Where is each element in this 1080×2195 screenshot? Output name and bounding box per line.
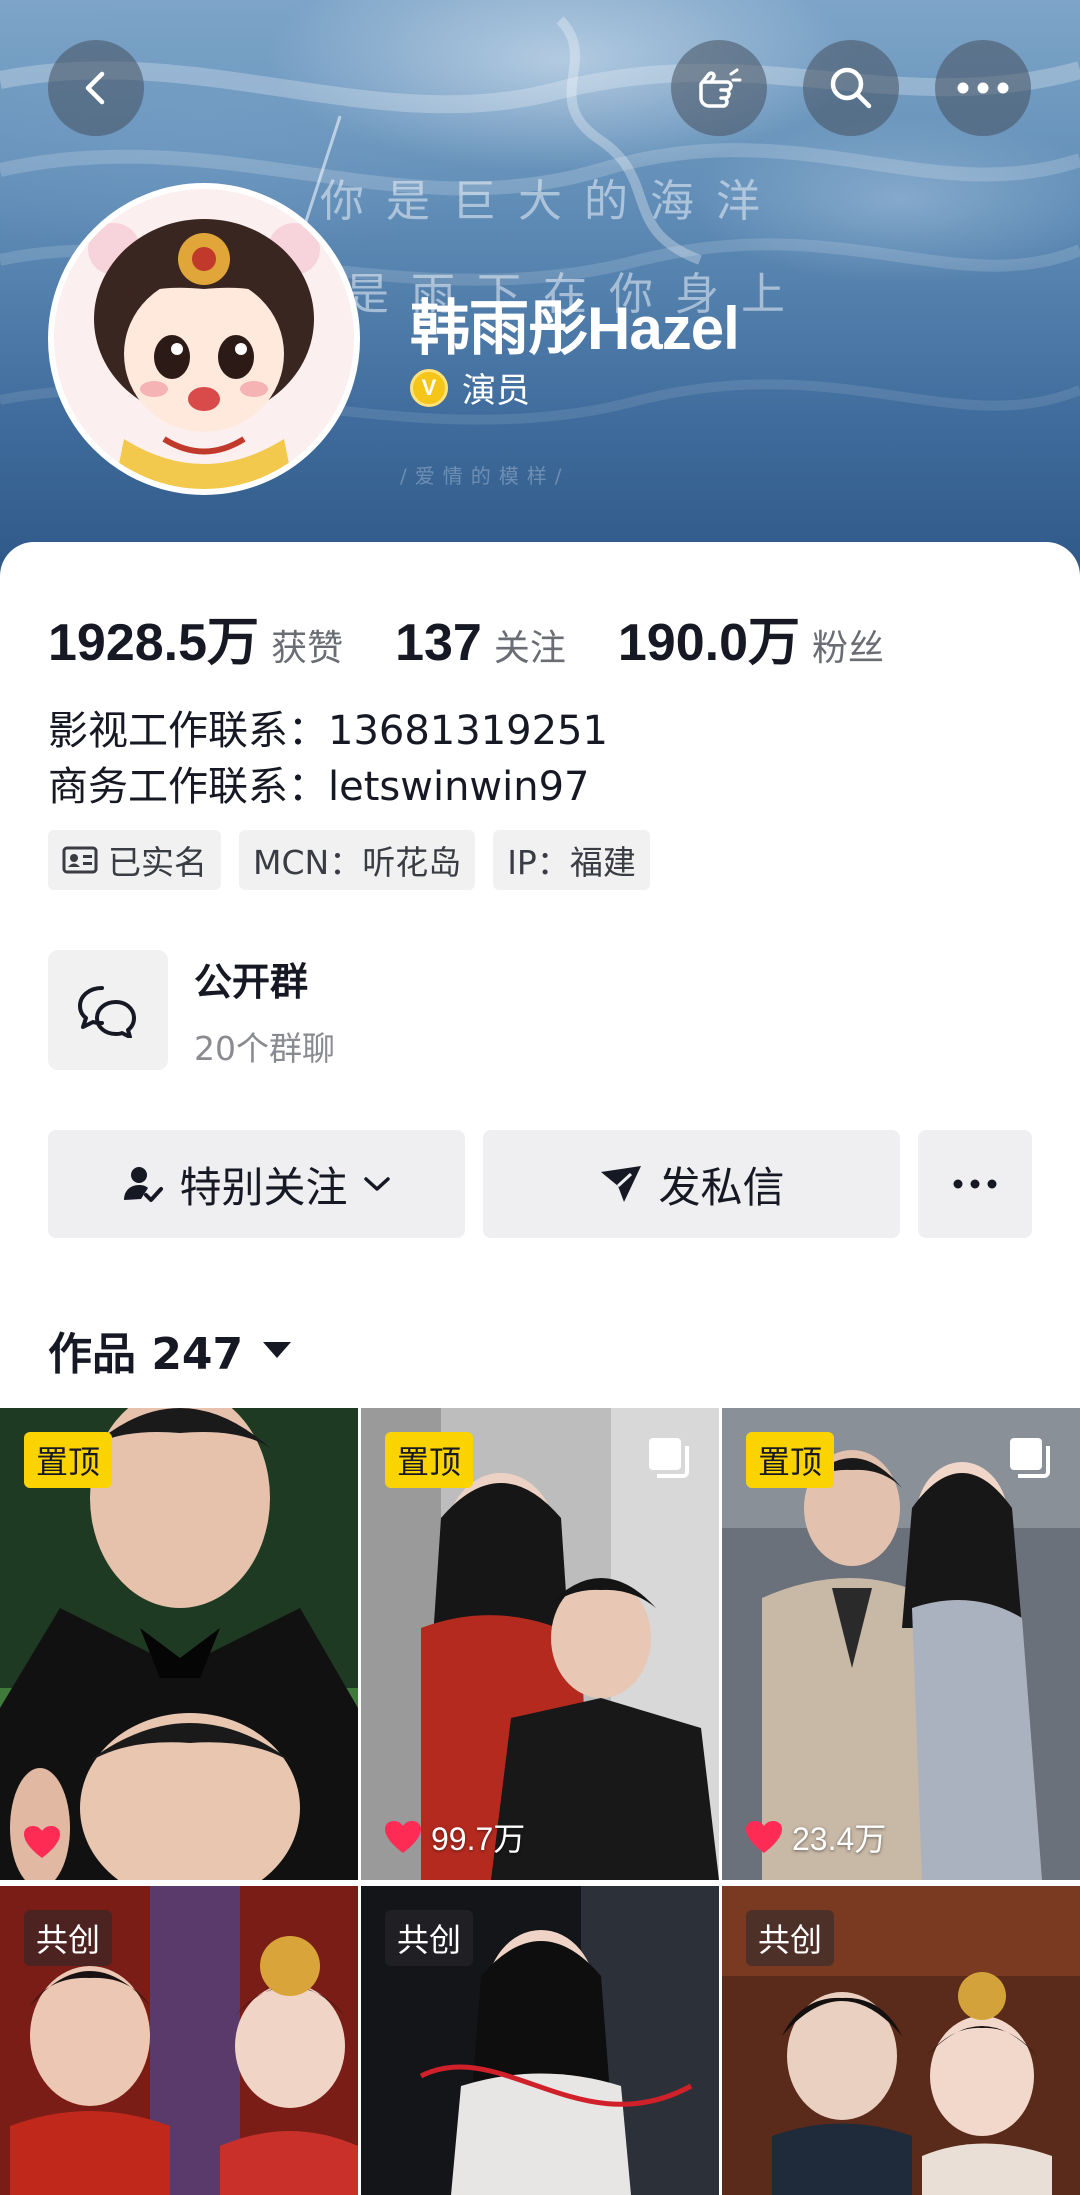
banner-poem-line: /爱情的模样/ xyxy=(400,464,570,488)
stat-label: 粉丝 xyxy=(812,628,885,669)
hand-point-icon xyxy=(699,68,742,108)
more-dots-icon xyxy=(957,82,1009,94)
group-title: 公开群 xyxy=(194,959,309,1004)
stat-label: 关注 xyxy=(493,628,566,669)
heart-icon xyxy=(24,1826,60,1858)
stat-value: 1928.5万 xyxy=(48,614,260,672)
stat-value: 137 xyxy=(395,614,482,672)
back-button[interactable] xyxy=(48,40,144,136)
multi-image-icon xyxy=(1010,1438,1050,1478)
tag-label: MCN：听花岛 xyxy=(253,843,462,882)
more-dots-icon xyxy=(953,1179,997,1189)
tag-mcn[interactable]: MCN：听花岛 xyxy=(239,830,476,890)
bio-line: 商务工作联系：letswinwin97 xyxy=(48,764,590,810)
pinned-badge: 置顶 xyxy=(746,1432,835,1488)
send-message-label: 发私信 xyxy=(658,1162,785,1212)
v-badge-icon: V xyxy=(410,368,448,407)
like-count-value: 23.4万 xyxy=(792,1821,887,1857)
like-count: 23.4万 xyxy=(744,1814,886,1860)
caret-down-icon xyxy=(263,1342,292,1358)
tag-real-name[interactable]: 已实名 xyxy=(48,830,221,890)
like-count-value: 99.7万 xyxy=(431,1821,526,1857)
special-follow-button[interactable]: 特别关注 xyxy=(48,1130,465,1238)
stat-following[interactable]: 137 关注 xyxy=(395,613,566,673)
stat-value: 190.0万 xyxy=(617,614,800,672)
video-thumbnail[interactable]: 置顶 xyxy=(0,1408,358,1880)
video-thumbnail[interactable]: 共创 xyxy=(0,1886,358,2195)
stat-followers[interactable]: 190.0万 粉丝 xyxy=(618,600,884,675)
heart-icon xyxy=(385,1821,421,1853)
co-creation-badge: 共创 xyxy=(385,1910,474,1966)
like-count: 99.7万 xyxy=(383,1814,525,1860)
video-thumbnail[interactable]: 置顶 23.4万 xyxy=(722,1408,1080,1880)
profile-tags: 已实名 MCN：听花岛 IP：福建 xyxy=(48,830,650,890)
avatar-illustration xyxy=(54,189,354,489)
banner-poem-line: 你是巨大的海洋 xyxy=(320,176,782,227)
multi-image-icon xyxy=(649,1438,689,1478)
avatar[interactable] xyxy=(48,183,360,495)
id-card-icon xyxy=(62,846,98,874)
public-group-entry[interactable]: 公开群 20个群聊 xyxy=(48,950,335,1070)
co-creation-badge: 共创 xyxy=(24,1910,113,1966)
video-thumbnail[interactable]: 共创 xyxy=(722,1886,1080,2195)
stat-likes[interactable]: 1928.5万 获赞 xyxy=(48,600,343,675)
tag-label: 已实名 xyxy=(108,843,207,882)
works-tab[interactable]: 作品 247 xyxy=(48,1318,292,1382)
pinned-badge: 置顶 xyxy=(385,1432,474,1488)
user-check-icon xyxy=(124,1167,164,1202)
search-button[interactable] xyxy=(803,40,899,136)
tag-label: IP：福建 xyxy=(507,843,636,882)
more-actions-button[interactable] xyxy=(918,1130,1032,1238)
tag-ip-location: IP：福建 xyxy=(493,830,650,890)
stats-row: 1928.5万 获赞 137 关注 190.0万 粉丝 xyxy=(48,600,884,675)
paper-plane-icon xyxy=(601,1166,642,1202)
bio-line: 影视工作联系：13681319251 xyxy=(48,708,608,754)
group-chat-icon xyxy=(48,950,168,1070)
heart-icon xyxy=(746,1821,782,1853)
special-follow-label: 特别关注 xyxy=(179,1162,348,1212)
pat-button[interactable] xyxy=(671,40,767,136)
stat-label: 获赞 xyxy=(271,628,344,669)
co-creation-badge: 共创 xyxy=(746,1910,835,1966)
video-thumbnail[interactable]: 共创 xyxy=(361,1886,719,2195)
group-subtitle: 20个群聊 xyxy=(194,1028,335,1068)
works-count-label: 作品 247 xyxy=(48,1329,244,1380)
profile-name: 韩雨彤Hazel xyxy=(410,295,740,362)
verification-row[interactable]: V 演员 xyxy=(410,363,530,412)
action-buttons: 特别关注 发私信 xyxy=(48,1130,1032,1238)
pinned-badge: 置顶 xyxy=(24,1432,113,1488)
bio: 影视工作联系：13681319251 商务工作联系：letswinwin97 xyxy=(48,703,608,815)
send-message-button[interactable]: 发私信 xyxy=(483,1130,900,1238)
video-thumbnail[interactable]: 置顶 99.7万 xyxy=(361,1408,719,1880)
verification-title: 演员 xyxy=(462,371,530,411)
chevron-left-icon xyxy=(85,71,105,105)
more-options-button[interactable] xyxy=(935,40,1031,136)
chevron-down-icon xyxy=(363,1177,390,1191)
like-count xyxy=(22,1824,62,1860)
search-icon xyxy=(830,67,872,109)
